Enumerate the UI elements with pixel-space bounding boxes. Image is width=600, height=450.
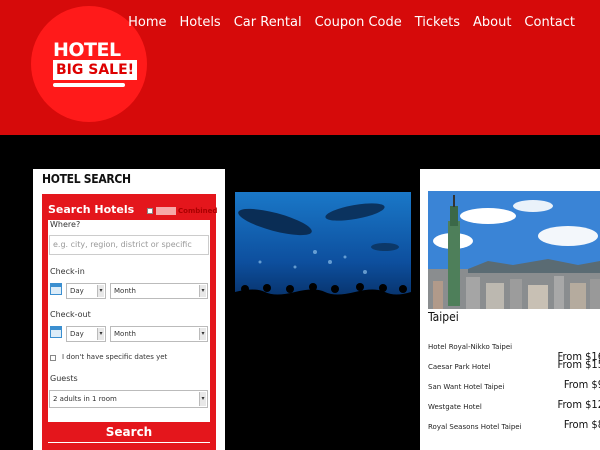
logo-text-big-sale: BIG SALE! <box>53 60 138 80</box>
nav-about[interactable]: About <box>473 15 511 30</box>
checkout-month-value: Month <box>114 330 136 338</box>
no-dates-checkbox[interactable] <box>50 355 56 361</box>
checkout-day-value: Day <box>70 330 84 338</box>
nav-contact[interactable]: Contact <box>524 15 575 30</box>
taipei-title: Taipei <box>428 310 459 324</box>
logo-underline <box>53 83 125 87</box>
hotel-price: From $12 <box>557 398 600 411</box>
search-button[interactable]: Search <box>48 422 210 442</box>
aquarium-illustration <box>235 192 411 309</box>
hotel-name[interactable]: Hotel Royal-Nikko Taipei <box>428 343 512 351</box>
where-input[interactable]: e.g. city, region, district or specific <box>49 235 209 255</box>
checkin-day-select[interactable]: Day ▾ <box>66 283 106 299</box>
aquarium-image[interactable] <box>235 192 411 309</box>
checkout-calendar-icon[interactable] <box>50 326 62 338</box>
page: HOTEL BIG SALE! Home Hotels Car Rental C… <box>0 0 600 450</box>
hotel-name[interactable]: Caesar Park Hotel <box>428 363 490 371</box>
nav-hotels[interactable]: Hotels <box>180 15 221 30</box>
chevron-down-icon: ▾ <box>97 328 104 340</box>
checkin-month-value: Month <box>114 287 136 295</box>
search-form: Where? e.g. city, region, district or sp… <box>48 220 210 443</box>
where-label: Where? <box>50 220 81 229</box>
guests-select[interactable]: 2 adults in 1 room ▾ <box>49 390 208 408</box>
chevron-down-icon: ▾ <box>97 285 104 297</box>
taipei-deals-card: Taipei Hotel Royal-Nikko Taipei From $16… <box>420 169 600 450</box>
combined-toggle[interactable]: Combined <box>147 207 217 215</box>
checkin-label: Check-in <box>50 267 85 276</box>
no-dates-label: I don't have specific dates yet <box>62 353 168 361</box>
checkin-month-select[interactable]: Month ▾ <box>110 283 208 299</box>
checkout-label: Check-out <box>50 310 91 319</box>
chevron-down-icon: ▾ <box>199 328 206 340</box>
site-header: HOTEL BIG SALE! Home Hotels Car Rental C… <box>0 0 600 135</box>
nav-tickets[interactable]: Tickets <box>415 15 460 30</box>
hotel-price: From $8 <box>563 418 600 431</box>
guests-value: 2 adults in 1 room <box>53 395 117 403</box>
taipei-skyline-image[interactable] <box>428 191 600 309</box>
guests-label: Guests <box>50 374 78 383</box>
checkin-calendar-icon[interactable] <box>50 283 62 295</box>
combined-checkbox[interactable] <box>147 208 153 214</box>
hotel-name[interactable]: San Want Hotel Taipei <box>428 383 504 391</box>
chevron-down-icon: ▾ <box>199 392 206 406</box>
checkout-month-select[interactable]: Month ▾ <box>110 326 208 342</box>
search-hotels-title: Search Hotels <box>48 203 135 216</box>
hotel-name[interactable]: Westgate Hotel <box>428 403 482 411</box>
taipei-skyline-illustration <box>428 191 600 309</box>
checkin-day-value: Day <box>70 287 84 295</box>
main-nav: Home Hotels Car Rental Coupon Code Ticke… <box>128 15 575 30</box>
hotel-name[interactable]: Royal Seasons Hotel Taipei <box>428 423 522 431</box>
hotel-row[interactable]: Royal Seasons Hotel Taipei From $8 <box>428 418 600 443</box>
combined-label: Combined <box>178 207 218 215</box>
combined-bar <box>156 207 176 215</box>
hotel-search-panel: HOTEL SEARCH Search Hotels Combined Wher… <box>33 169 225 450</box>
nav-coupon-code[interactable]: Coupon Code <box>315 15 402 30</box>
checkout-day-select[interactable]: Day ▾ <box>66 326 106 342</box>
nav-home[interactable]: Home <box>128 15 166 30</box>
nav-car-rental[interactable]: Car Rental <box>234 15 302 30</box>
logo-text-hotel: HOTEL <box>53 39 121 61</box>
search-hotels-widget: Search Hotels Combined Where? e.g. city,… <box>42 194 217 450</box>
hotel-search-heading: HOTEL SEARCH <box>42 172 131 186</box>
hotel-price: From $15 <box>557 358 600 371</box>
hotel-price: From $9 <box>563 378 600 391</box>
chevron-down-icon: ▾ <box>199 285 206 297</box>
